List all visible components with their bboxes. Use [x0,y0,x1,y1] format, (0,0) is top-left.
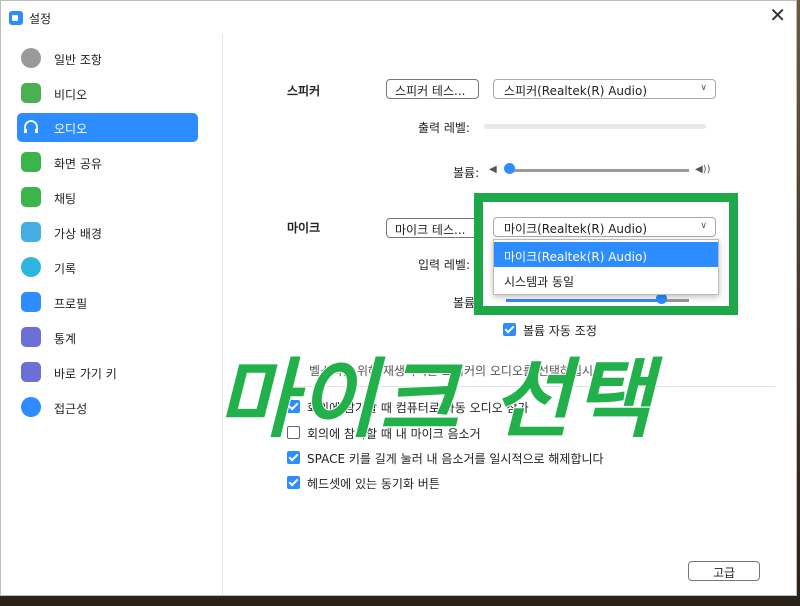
speaker-volume-slider[interactable] [506,169,689,172]
profile-icon [21,292,41,312]
sidebar-item-label: 통계 [54,332,77,346]
zoom-app-icon [9,11,23,25]
settings-sidebar: 일반 조항 비디오 오디오 화면 공유 채팅 가상 배경 기록 프로필 통계 바… [1,34,223,595]
highlight-box [474,193,738,315]
headphones-icon [21,117,41,137]
record-icon [21,257,41,277]
sidebar-item-statistics[interactable]: 통계 [17,323,198,352]
sidebar-item-virtual-background[interactable]: 가상 배경 [17,218,198,247]
chat-icon [21,187,41,207]
chevron-down-icon: ∨ [700,83,707,93]
sidebar-item-label: 접근성 [54,402,88,416]
output-level-meter [484,124,706,129]
sidebar-item-general[interactable]: 일반 조항 [17,44,198,73]
video-icon [21,83,41,103]
sidebar-item-label: 프로필 [54,297,88,311]
output-level-label: 출력 레벨: [418,121,471,135]
sidebar-item-video[interactable]: 비디오 [17,79,198,108]
title-bar: 설정 ✕ [1,1,796,34]
speaker-volume-label: 볼륨: [453,166,480,180]
mic-label: 마이크 [287,221,321,235]
close-icon[interactable]: ✕ [769,5,786,25]
speaker-device-value: 스피커(Realtek(R) Audio) [504,84,648,98]
sidebar-item-label: 오디오 [54,122,88,136]
share-screen-icon [21,152,41,172]
keyboard-icon [21,362,41,382]
headset-sync-label: 헤드셋에 있는 동기화 버튼 [307,477,440,491]
sidebar-item-label: 가상 배경 [54,227,102,241]
advanced-button[interactable]: 고급 [688,561,760,581]
speaker-high-icon: ◀)) [695,164,711,175]
window-title: 설정 [29,12,52,26]
sidebar-item-label: 바로 가기 키 [54,367,117,381]
settings-window: 설정 ✕ 일반 조항 비디오 오디오 화면 공유 채팅 가상 배경 기록 프로필… [0,0,797,596]
headset-sync-checkbox[interactable] [287,476,300,489]
sidebar-item-audio[interactable]: 오디오 [17,113,198,142]
sidebar-item-label: 화면 공유 [54,157,102,171]
speaker-label: 스피커 [287,84,321,98]
input-level-label: 입력 레벨: [418,258,471,272]
sidebar-item-accessibility[interactable]: 접근성 [17,393,198,422]
sidebar-item-label: 채팅 [54,192,77,206]
sidebar-item-label: 비디오 [54,88,88,102]
mic-test-button[interactable]: 마이크 테스... [386,218,479,238]
sidebar-item-recording[interactable]: 기록 [17,253,198,282]
person-background-icon [21,222,41,242]
accessibility-icon [21,397,41,417]
sidebar-item-label: 기록 [54,262,77,276]
sidebar-item-chat[interactable]: 채팅 [17,183,198,212]
speaker-low-icon: ◀ [489,164,497,175]
speaker-volume-knob[interactable] [504,163,515,174]
sidebar-item-share-screen[interactable]: 화면 공유 [17,148,198,177]
sidebar-item-profile[interactable]: 프로필 [17,288,198,317]
overlay-caption: 마이크 선택 [216,349,655,451]
speaker-test-button[interactable]: 스피커 테스... [386,79,479,99]
sidebar-item-label: 일반 조항 [54,53,102,67]
gear-icon [21,48,41,68]
statistics-icon [21,327,41,347]
sidebar-item-shortcuts[interactable]: 바로 가기 키 [17,358,198,387]
speaker-device-select[interactable]: 스피커(Realtek(R) Audio) ∨ [493,79,716,99]
